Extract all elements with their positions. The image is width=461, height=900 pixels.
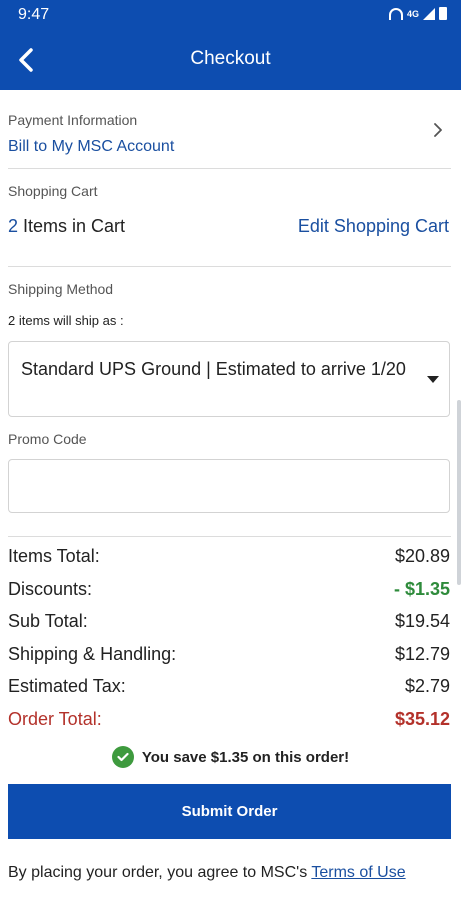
order-total-label: Order Total: (8, 708, 102, 729)
cart-item-count: 2 Items in Cart (8, 216, 125, 237)
status-bar: 9:47 4G (0, 0, 461, 30)
status-time: 9:47 (18, 6, 50, 23)
order-totals: Items Total: $20.89 Discounts: - $1.35 S… (8, 546, 450, 741)
discounts-value: - $1.35 (393, 578, 450, 599)
promo-section-label: Promo Code (8, 431, 87, 447)
shipping-method-selected: Standard UPS Ground | Estimated to arriv… (21, 359, 406, 379)
agreement-text: By placing your order, you agree to MSC'… (8, 864, 406, 882)
page-title: Checkout (190, 48, 271, 69)
cart-section-label: Shopping Cart (8, 183, 98, 199)
signal-icon (423, 7, 435, 20)
shipping-section-label: Shipping Method (8, 281, 114, 297)
shipping-note: 2 items will ship as : (8, 313, 124, 328)
totals-row-order-total: Order Total: $35.12 (8, 709, 450, 742)
estimated-tax-value: $2.79 (404, 676, 450, 696)
sub-total-value: $19.54 (394, 611, 450, 631)
payment-method-value: Bill to My MSC Account (8, 138, 175, 155)
status-icons: 4G (388, 7, 447, 20)
check-circle-icon (111, 746, 134, 768)
promo-code-input[interactable] (8, 459, 450, 513)
payment-section-label: Payment Information (8, 112, 138, 128)
totals-row-items: Items Total: $20.89 (8, 546, 450, 579)
discounts-label: Discounts: (8, 578, 93, 599)
terms-of-use-link[interactable]: Terms of Use (311, 864, 405, 881)
sub-total-label: Sub Total: (8, 611, 88, 631)
items-total-value: $20.89 (394, 546, 450, 566)
cart-count-label: Items in Cart (23, 216, 126, 236)
divider (8, 536, 451, 537)
shipping-handling-value: $12.79 (394, 643, 450, 664)
totals-row-tax: Estimated Tax: $2.79 (8, 676, 450, 709)
savings-banner: You save $1.35 on this order! (0, 746, 461, 768)
totals-row-subtotal: Sub Total: $19.54 (8, 611, 450, 644)
scroll-indicator (457, 400, 461, 585)
estimated-tax-label: Estimated Tax: (8, 676, 126, 696)
wifi-icon (388, 7, 403, 20)
totals-row-shipping: Shipping & Handling: $12.79 (8, 644, 450, 677)
agreement-prefix: By placing your order, you agree to MSC'… (8, 864, 312, 881)
totals-row-discounts: Discounts: - $1.35 (8, 579, 450, 612)
items-total-label: Items Total: (8, 546, 100, 566)
app-bar: Checkout (0, 30, 461, 90)
caret-down-icon (427, 376, 439, 383)
battery-icon (439, 7, 447, 20)
submit-order-button[interactable]: Submit Order (8, 784, 451, 839)
shipping-method-dropdown[interactable]: Standard UPS Ground | Estimated to arriv… (8, 341, 450, 417)
payment-information-row[interactable]: Payment Information Bill to My MSC Accou… (0, 100, 461, 166)
divider (8, 266, 451, 267)
edit-shopping-cart-link[interactable]: Edit Shopping Cart (298, 216, 449, 237)
divider (8, 168, 451, 169)
cart-count-number: 2 (8, 216, 19, 236)
shipping-handling-label: Shipping & Handling: (8, 643, 177, 664)
order-total-value: $35.12 (394, 708, 450, 729)
savings-message: You save $1.35 on this order! (141, 748, 350, 766)
chevron-right-icon (434, 123, 442, 137)
network-type-icon: 4G (406, 8, 419, 19)
